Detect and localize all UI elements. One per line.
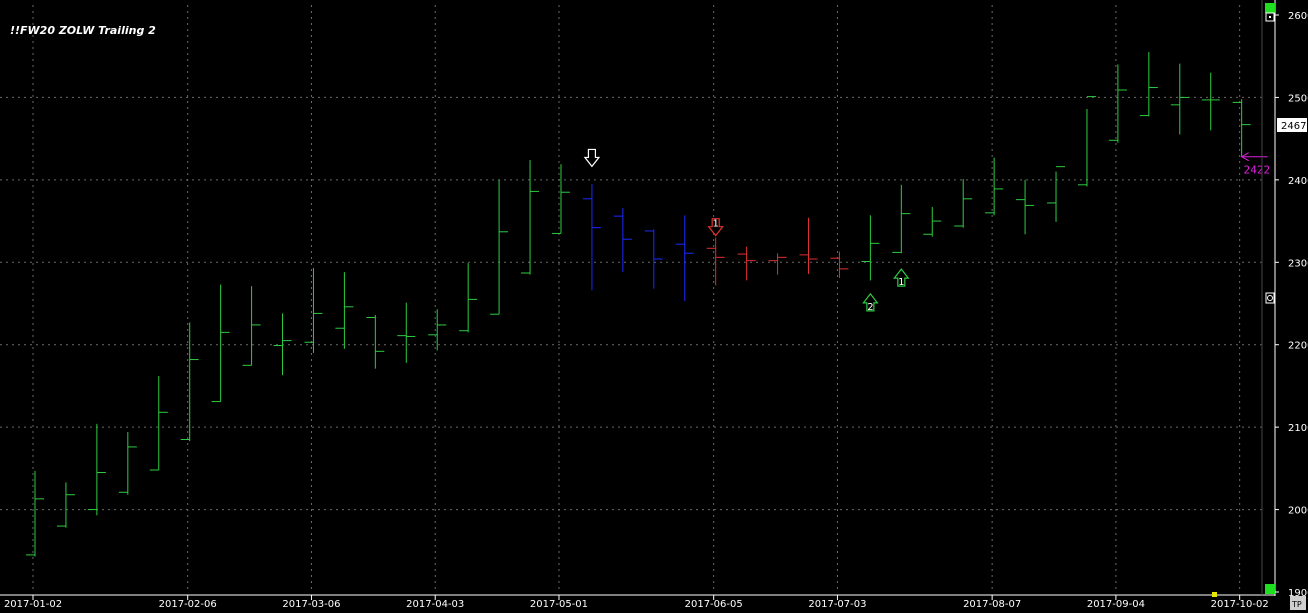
ohlc-bar: [954, 179, 973, 228]
y-tick-label: 2500: [1288, 93, 1308, 104]
tp-button-label: TP: [1291, 600, 1302, 609]
x-tick-label: 2017-08-07: [963, 599, 1021, 610]
ohlc-bar: [551, 164, 570, 234]
down-arrow-icon: 1: [707, 218, 724, 237]
y-tick-label: 2400: [1288, 176, 1308, 187]
ohlc-bar: [768, 253, 787, 275]
ohlc-bar: [211, 284, 230, 403]
ohlc-bar: [1077, 96, 1096, 187]
chart-title: !!FW20 ZOLW Trailing 2: [10, 24, 156, 37]
ohlc-bar: [582, 183, 601, 291]
x-tick-label: 2017-03-06: [282, 599, 340, 610]
ohlc-bar: [26, 470, 44, 557]
ohlc-bar: [1047, 166, 1066, 222]
down-arrow-icon: [583, 148, 601, 168]
y-tick-label: 2600: [1288, 11, 1308, 22]
x-tick-label: 2017-06-05: [685, 599, 743, 610]
x-tick-label: 2017-05-01: [530, 599, 588, 610]
x-tick-label: 2017-02-06: [159, 599, 217, 610]
ohlc-bar: [892, 184, 911, 254]
ohlc-bar: [923, 207, 942, 237]
price-chart[interactable]: 121 2422 1900200021002200230024002500260…: [0, 0, 1308, 613]
up-arrow-icon: 2: [862, 292, 879, 313]
ohlc-bar: [613, 207, 632, 273]
grid: [0, 5, 1262, 592]
ohlc-bar: [366, 315, 385, 369]
ohlc-bar: [737, 246, 756, 281]
ohlc-bars: [26, 52, 1251, 557]
ohlc-bar: [861, 215, 880, 281]
y-tick-label: 2300: [1288, 258, 1308, 269]
ohlc-bar: [428, 309, 447, 351]
ohlc-bar: [459, 263, 478, 333]
ohlc-bar: [490, 179, 509, 315]
ohlc-bar: [56, 482, 75, 528]
y-tick-label: 2100: [1288, 423, 1308, 434]
ohlc-bar: [799, 217, 818, 274]
ohlc-bar: [1108, 64, 1127, 143]
y-tick-label: 2200: [1288, 341, 1308, 352]
marker-label: 2: [867, 302, 873, 313]
chart-window: 121 2422 1900200021002200230024002500260…: [0, 0, 1308, 613]
ohlc-bar: [706, 237, 725, 286]
zoom-top-dot: [1269, 16, 1271, 18]
y-tick-label: 2000: [1288, 506, 1308, 517]
ohlc-bar: [87, 423, 106, 516]
ohlc-bar: [985, 157, 1004, 216]
ohlc-bar: [180, 322, 199, 442]
ohlc-bar: [1170, 63, 1189, 135]
signal-markers: 1 2 1: [583, 148, 910, 313]
ohlc-bar: [118, 432, 137, 495]
time-scroll-marker[interactable]: [1212, 592, 1217, 597]
ohlc-bar: [675, 215, 694, 302]
x-tick-label: 2017-09-04: [1087, 599, 1145, 610]
up-arrow-icon: 1: [893, 268, 910, 288]
ohlc-bar: [830, 251, 849, 278]
x-tick-label: 2017-10-02: [1211, 599, 1269, 610]
x-tick-label: 2017-04-03: [406, 599, 464, 610]
axes: 190020002100220023002400250026002017-01-…: [0, 0, 1308, 610]
ohlc-bar: [149, 376, 168, 471]
ohlc-bar: [335, 272, 354, 349]
trailing-stop-label: 2422: [1244, 164, 1271, 177]
marker-shape: [583, 148, 601, 168]
ohlc-bar: [1139, 52, 1158, 117]
x-tick-label: 2017-01-02: [4, 599, 62, 610]
trailing-stop: 2422: [1240, 152, 1271, 177]
ohlc-bar: [242, 286, 261, 366]
marker-label: 1: [712, 219, 718, 230]
marker-label: 1: [898, 277, 904, 288]
ohlc-bar: [1016, 179, 1035, 235]
ohlc-bar: [304, 268, 323, 353]
ohlc-bar: [521, 160, 540, 275]
last-price-label: 2467: [1281, 121, 1306, 132]
last-price-box: 2467: [1277, 118, 1307, 132]
x-tick-label: 2017-07-03: [808, 599, 866, 610]
bottom-scale-handle[interactable]: [1265, 584, 1275, 594]
ohlc-bar: [1201, 72, 1220, 131]
ohlc-bar: [397, 302, 416, 363]
ohlc-bar: [1232, 99, 1251, 157]
top-scale-handle[interactable]: [1265, 3, 1275, 13]
ohlc-bar: [644, 229, 663, 289]
